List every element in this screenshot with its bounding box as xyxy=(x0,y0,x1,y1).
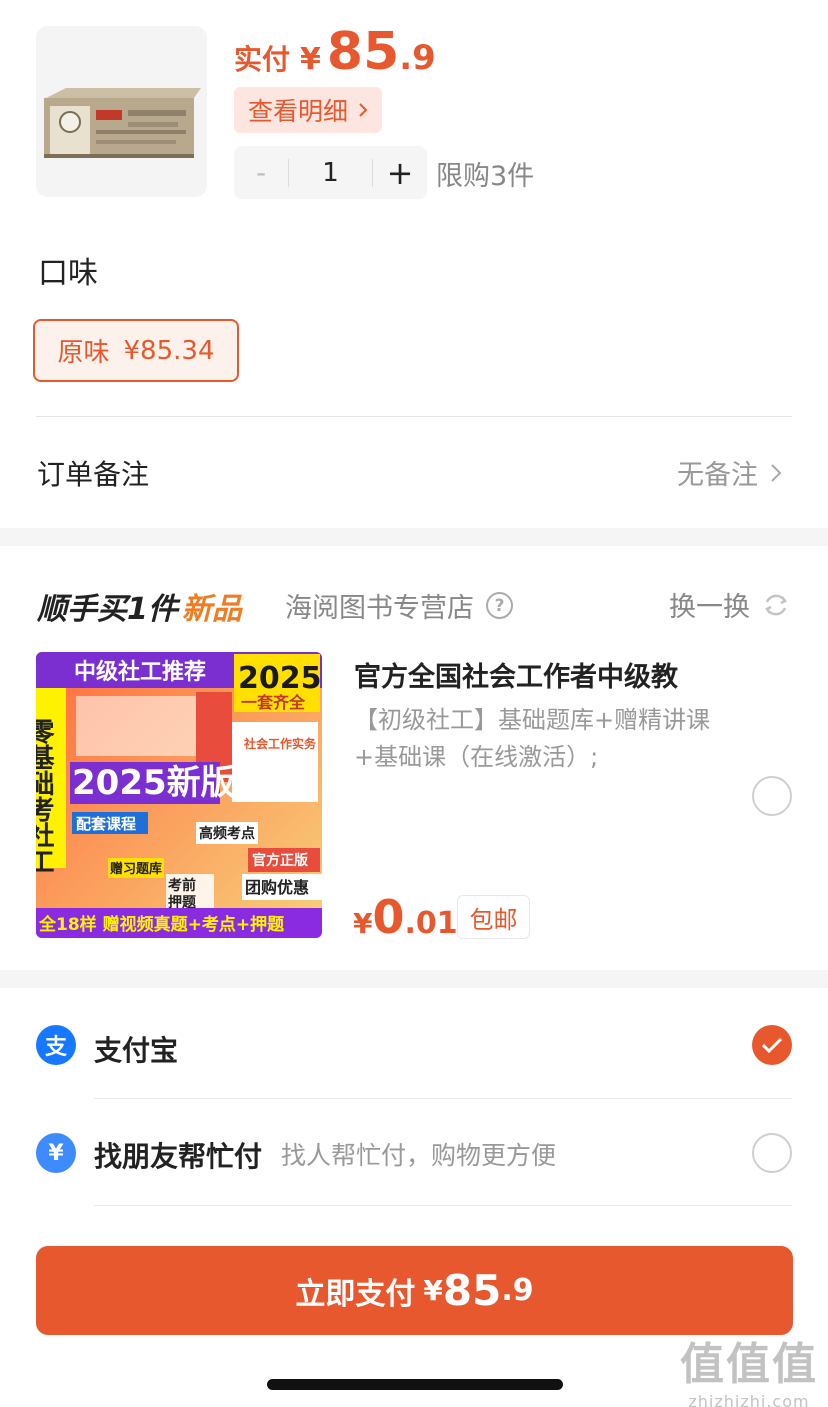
order-remark-label: 订单备注 xyxy=(37,458,150,491)
swap-label: 换一换 xyxy=(669,592,750,623)
purchase-limit-text: 限购3件 xyxy=(436,161,535,192)
svg-text:团购优惠: 团购优惠 xyxy=(245,878,309,897)
home-indicator[interactable] xyxy=(267,1379,563,1390)
order-remark-value: 无备注 xyxy=(677,460,758,491)
friend-pay-subtext: 找人帮忙付，购物更方便 xyxy=(281,1141,557,1170)
total-price: 实付 ¥ 85 .9 xyxy=(234,22,436,82)
addon-title-main: 顺手买1件 xyxy=(37,592,178,627)
svg-text:社会工作实务: 社会工作实务 xyxy=(243,736,317,751)
section-gap xyxy=(0,528,828,546)
flavor-option-original[interactable]: 原味 ¥85.34 xyxy=(33,319,239,382)
svg-text:赠习题库: 赠习题库 xyxy=(110,861,162,877)
svg-text:零基础考社工: 零基础考社工 xyxy=(36,718,54,874)
payment-divider xyxy=(94,1098,792,1099)
checkmark-icon xyxy=(761,1037,783,1053)
view-detail-button[interactable]: 查看明细 xyxy=(234,87,383,133)
refresh-icon xyxy=(765,594,787,615)
addon-book-title[interactable]: 官方全国社会工作者中级教 xyxy=(354,655,774,694)
friend-pay-icon: ¥ xyxy=(36,1133,76,1173)
free-shipping-tag: 包邮 xyxy=(457,895,530,939)
swap-button[interactable]: 换一换 xyxy=(669,585,790,624)
instant-noodle-box-thumbnail xyxy=(36,26,207,197)
watermark-logo: 值值值 xyxy=(680,1339,818,1390)
addon-price-integer: 0 xyxy=(372,890,405,944)
chevron-right-icon xyxy=(771,463,782,482)
watermark-url: zhizhizhi.com xyxy=(688,1392,810,1407)
addon-price-currency: ¥ xyxy=(353,907,373,940)
svg-text:考前: 考前 xyxy=(168,877,196,894)
price-currency: ¥ xyxy=(300,42,321,77)
svg-text:2025: 2025 xyxy=(238,661,322,696)
book-cover-image: 中级社工推荐 2025 一套齐全 零基础考社工 社会工作实务 2025新版 配套… xyxy=(36,652,322,938)
pay-now-currency: ¥ xyxy=(423,1274,443,1307)
addon-select-radio[interactable] xyxy=(752,776,792,816)
svg-text:高频考点: 高频考点 xyxy=(199,825,255,842)
pay-now-amount-decimal: .9 xyxy=(501,1273,534,1308)
addon-book-desc: 【初级社工】基础题库+赠精讲课+基础课（在线激活）; xyxy=(354,706,711,771)
order-remark-button[interactable]: 无备注 xyxy=(677,453,782,492)
addon-title-tag: 新品 xyxy=(181,592,242,627)
decrease-button[interactable]: - xyxy=(234,156,288,189)
addon-shop[interactable]: 海阅图书专营店 ? xyxy=(285,586,513,625)
section-gap xyxy=(0,970,828,988)
flavor-title: 口味 xyxy=(38,256,98,291)
increase-button[interactable]: + xyxy=(373,154,427,192)
addon-price-decimal: .01 xyxy=(404,906,458,941)
svg-text:中级社工推荐: 中级社工推荐 xyxy=(74,659,206,685)
svg-text:一套齐全: 一套齐全 xyxy=(241,693,306,712)
view-detail-label: 查看明细 xyxy=(248,97,349,126)
section-divider xyxy=(36,416,792,417)
svg-text:全18样 赠视频真题+考点+押题: 全18样 赠视频真题+考点+押题 xyxy=(38,914,285,935)
product-thumbnail[interactable] xyxy=(36,26,207,197)
flavor-option-price: ¥85.34 xyxy=(123,335,215,366)
svg-text:官方正版: 官方正版 xyxy=(252,852,308,869)
watermark: 值值值 zhizhizhi.com xyxy=(680,1328,818,1407)
chevron-right-icon xyxy=(359,103,368,117)
pay-now-label: 立即支付 xyxy=(295,1276,416,1312)
addon-book-image[interactable]: 中级社工推荐 2025 一套齐全 零基础考社工 社会工作实务 2025新版 配套… xyxy=(36,652,322,938)
addon-title: 顺手买1件 新品 xyxy=(37,584,242,628)
price-integer: 85 xyxy=(326,22,400,82)
pay-now-button[interactable]: 立即支付 ¥ 85 .9 xyxy=(36,1246,793,1335)
friend-pay-label[interactable]: 找朋友帮忙付 xyxy=(94,1135,262,1175)
price-label: 实付 xyxy=(234,43,291,76)
alipay-label[interactable]: 支付宝 xyxy=(94,1029,178,1069)
flavor-option-name: 原味 xyxy=(57,338,110,368)
addon-book-price: ¥ 0 .01 xyxy=(353,890,458,944)
pay-now-amount-integer: 85 xyxy=(442,1266,502,1315)
quantity-value[interactable]: 1 xyxy=(289,158,372,188)
alipay-selected-check[interactable] xyxy=(752,1025,792,1065)
price-decimal: .9 xyxy=(399,38,436,78)
svg-text:配套课程: 配套课程 xyxy=(76,815,136,833)
friend-pay-radio[interactable] xyxy=(752,1133,792,1173)
help-icon[interactable]: ? xyxy=(486,592,513,619)
shop-name: 海阅图书专营店 xyxy=(285,593,474,624)
payment-divider xyxy=(94,1205,792,1206)
alipay-icon: 支 xyxy=(36,1025,76,1065)
svg-text:2025新版: 2025新版 xyxy=(72,763,235,803)
quantity-stepper: - 1 + xyxy=(234,146,427,199)
